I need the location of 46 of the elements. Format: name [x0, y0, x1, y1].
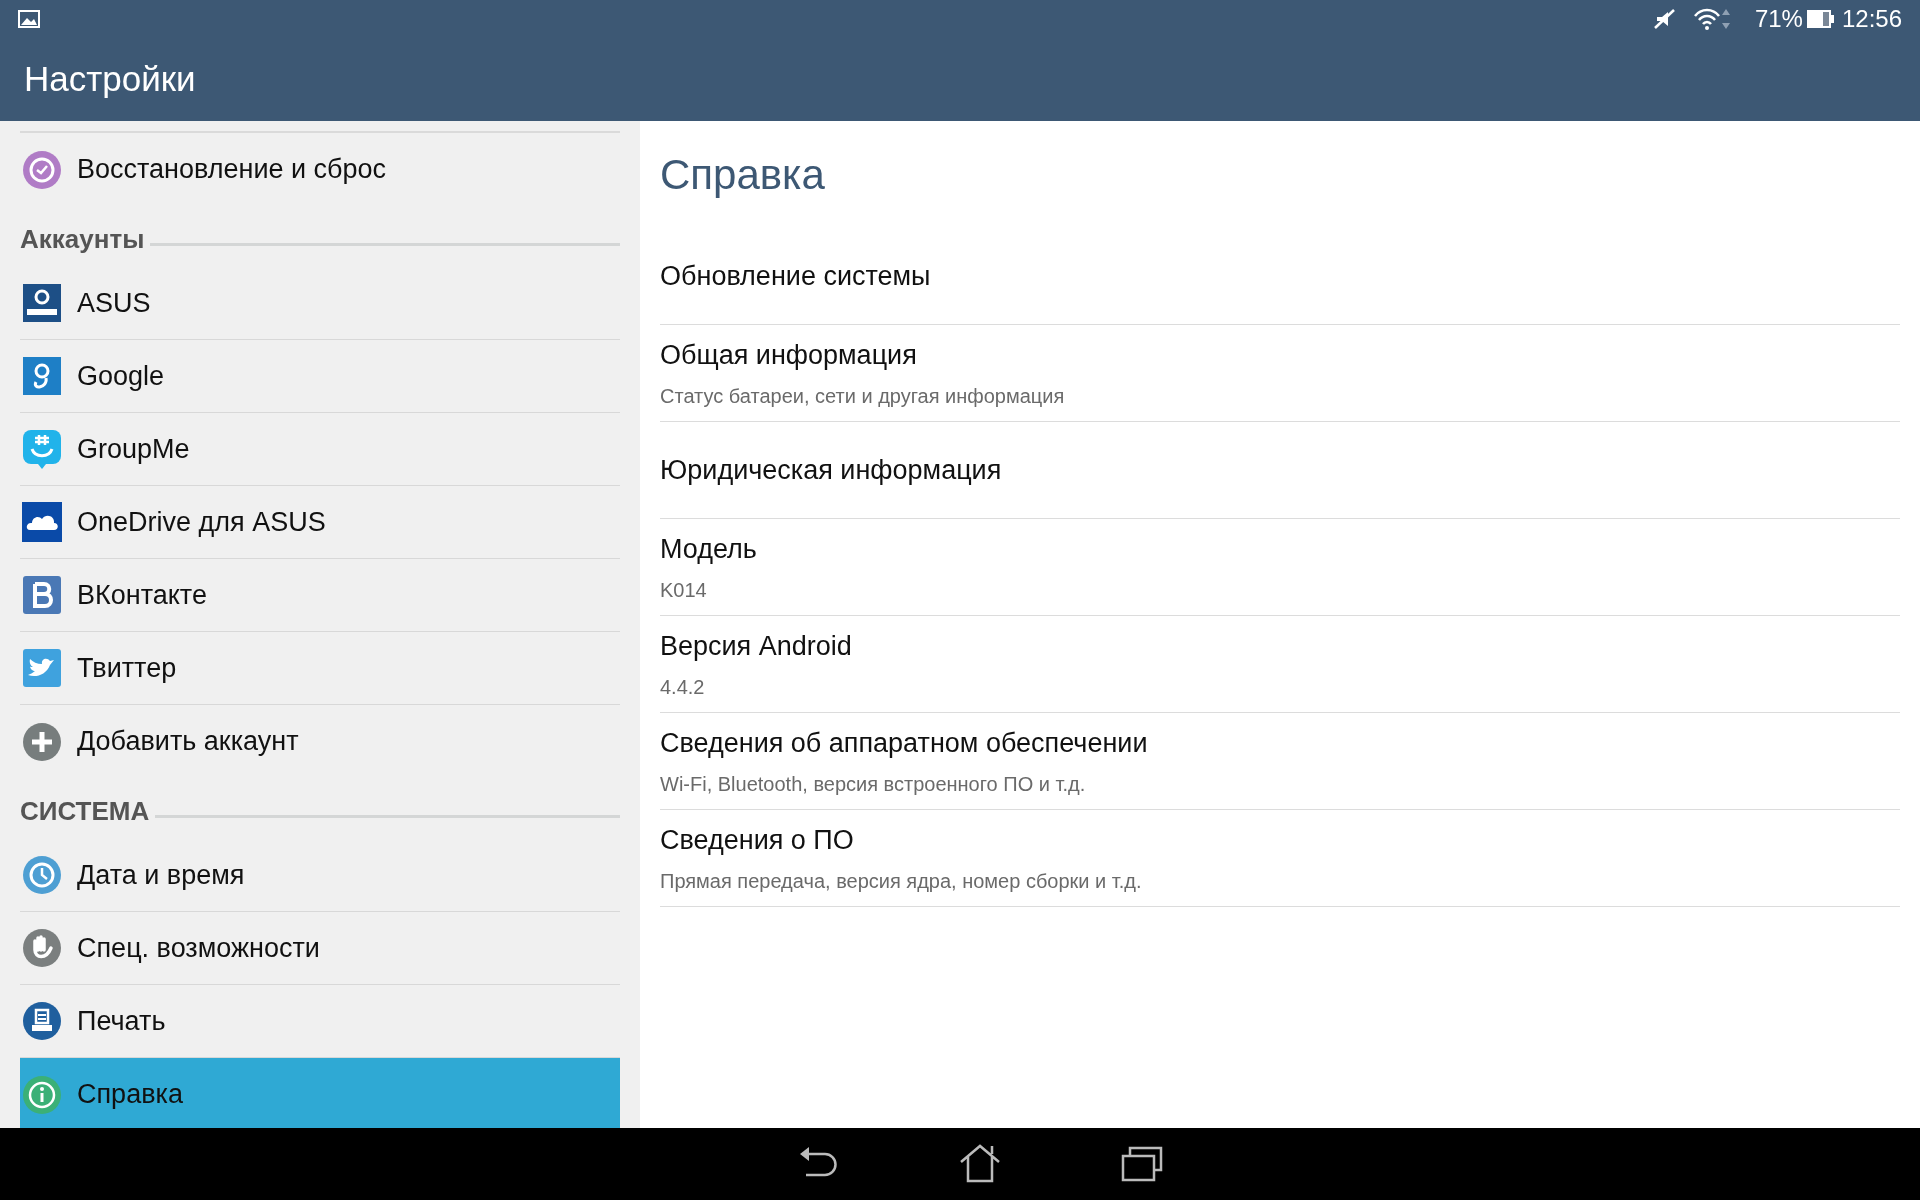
wifi-icon [1692, 6, 1721, 31]
setting-summary: 4.4.2 [660, 675, 706, 701]
setting-summary: Статус батареи, сети и другая информация [660, 384, 1066, 410]
battery-icon [1806, 7, 1834, 30]
sidebar-item[interactable]: Твиттер [20, 632, 620, 705]
add-icon [22, 721, 62, 762]
bird-icon [22, 648, 62, 688]
section-header: СИСТЕМА [20, 795, 150, 828]
setting-title[interactable]: Сведения об аппаратном обеспечении [660, 722, 1900, 764]
setting-title[interactable]: Обновление системы [660, 255, 1900, 297]
header-title: Настройки [24, 57, 196, 100]
muted-speaker-icon [1652, 6, 1677, 31]
sidebar-item[interactable]: Восстановление и сброс [20, 133, 620, 206]
sidebar-item[interactable]: Спец. возможности [20, 912, 620, 985]
sidebar-item[interactable]: GroupMe [20, 413, 620, 486]
home-button[interactable] [959, 1144, 1001, 1184]
printer-icon [22, 1001, 62, 1041]
setting-summary: Прямая передача, версия ядра, номер сборки и т.д. [660, 869, 1143, 895]
setting-title[interactable]: Версия Android [660, 625, 1900, 667]
hand-icon [22, 928, 62, 968]
battery-percentage: 71% [1754, 3, 1803, 34]
letter-b-icon [22, 575, 62, 615]
setting-summary: K014 [660, 578, 708, 604]
cloud-icon [22, 502, 62, 542]
sidebar-item[interactable]: ВКонтакте [20, 559, 620, 632]
setting-summary: Wi-Fi, Bluetooth, версия встроенного ПО и т.д. [660, 772, 1087, 798]
setting-title[interactable]: Сведения о ПО [660, 819, 1900, 861]
recent-apps-button[interactable] [1121, 1144, 1163, 1184]
sidebar-item[interactable]: Справка [20, 1058, 620, 1128]
sidebar-item[interactable]: OneDrive для ASUS [20, 486, 620, 559]
chat-bubble-icon [22, 429, 62, 469]
g-logo-icon [22, 356, 62, 396]
section-header: Аккаунты [20, 223, 145, 256]
sidebar-item[interactable]: ASUS [20, 267, 620, 340]
setting-title[interactable]: Общая информация [660, 334, 1900, 376]
picture-icon [18, 8, 40, 29]
setting-title[interactable]: Юридическая информация [660, 449, 1900, 491]
setting-title[interactable]: Модель [660, 528, 1900, 570]
sidebar-item[interactable]: Google [20, 340, 620, 413]
sidebar-item[interactable]: Дата и время [20, 839, 620, 912]
page-title: Справка [660, 150, 826, 200]
sidebar-item[interactable]: Добавить аккаунт [20, 705, 620, 778]
info-icon [22, 1074, 62, 1115]
clock: 12:56 [1841, 3, 1902, 34]
clock-icon [22, 855, 62, 895]
reset-icon [22, 149, 62, 190]
